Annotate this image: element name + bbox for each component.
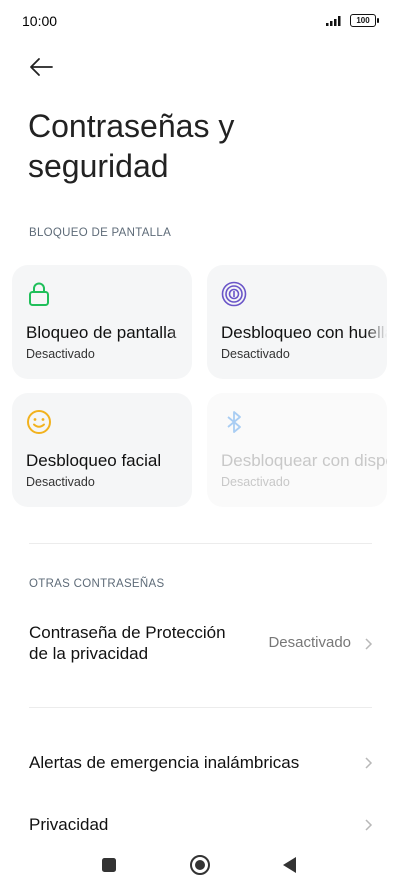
status-bar: 10:00 100 [0, 0, 401, 40]
battery-icon: 100 [350, 14, 379, 27]
section-header-other-passwords: OTRAS CONTRASEÑAS [29, 578, 165, 590]
bluetooth-icon [227, 411, 241, 433]
chevron-right-icon [365, 638, 373, 650]
row-label: Privacidad [29, 815, 109, 834]
privacy-protection-password-row[interactable]: Contraseña de Protección de la privacida… [29, 622, 375, 668]
card-status: Desactivado [221, 475, 290, 489]
card-label: Desbloqueo facial [26, 451, 162, 470]
card-label: Desbloquear con dispositivo Bluetooth [221, 451, 387, 470]
row-label: Contraseña de Protección de la privacida… [29, 623, 226, 663]
back-button-icon[interactable] [282, 856, 298, 874]
recents-button-icon[interactable] [101, 857, 117, 873]
chevron-right-icon [365, 819, 373, 831]
fingerprint-icon [221, 281, 247, 307]
card-screen-lock[interactable]: Bloqueo de pantalla Desactivado [12, 265, 192, 379]
card-label: Bloqueo de pantalla [26, 323, 177, 342]
privacy-row[interactable]: Privacidad [29, 814, 375, 838]
card-label: Desbloqueo con huella [221, 323, 387, 342]
card-status: Desactivado [221, 347, 290, 361]
back-arrow-icon[interactable] [28, 56, 54, 78]
section-header-screen-lock: BLOQUEO DE PANTALLA [29, 227, 172, 239]
page-title: Contraseñas y seguridad [28, 108, 235, 184]
card-status: Desactivado [26, 475, 95, 489]
home-button-icon[interactable] [189, 854, 211, 876]
row-value: Desactivado [268, 634, 351, 651]
navigation-bar [0, 848, 401, 884]
card-status: Desactivado [26, 347, 95, 361]
face-icon [27, 410, 51, 434]
wireless-emergency-alerts-row[interactable]: Alertas de emergencia inalámbricas [29, 752, 375, 776]
row-label: Alertas de emergencia inalámbricas [29, 753, 300, 772]
clock: 10:00 [22, 13, 58, 29]
divider [29, 543, 372, 544]
card-bluetooth-unlock[interactable]: Desbloquear con dispositivo Bluetooth De… [207, 393, 387, 507]
divider [29, 707, 372, 708]
card-fingerprint-unlock[interactable]: Desbloqueo con huella Desactivado [207, 265, 387, 379]
lock-icon [29, 282, 49, 306]
chevron-right-icon [365, 757, 373, 769]
signal-icon [326, 16, 341, 26]
card-face-unlock[interactable]: Desbloqueo facial Desactivado [12, 393, 192, 507]
